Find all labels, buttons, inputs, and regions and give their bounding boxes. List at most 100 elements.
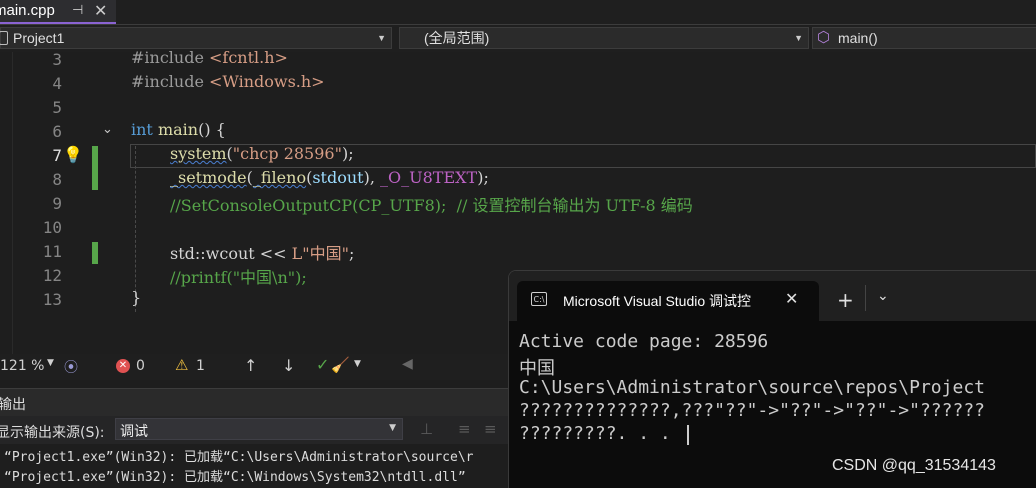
debug-console-window[interactable]: C:\ Microsoft Visual Studio 调试控 ✕ + ⌄ Ac…: [508, 270, 1036, 488]
editor-status-bar: 121 % ▼ ⦿ ✕ 0 ⚠ 1 ↑ ↓ ✓ 🧹 ▼ ◀: [0, 354, 510, 380]
chevron-down-icon[interactable]: ⌄: [877, 288, 889, 304]
token-function: system: [170, 144, 227, 163]
output-source-label: 显示输出来源(S):: [0, 425, 105, 441]
prev-message-icon[interactable]: ≡: [458, 420, 471, 438]
output-panel-title: 输出: [0, 397, 26, 413]
terminal-tab[interactable]: C:\ Microsoft Visual Studio 调试控 ✕: [517, 281, 819, 321]
zoom-level[interactable]: 121 %: [0, 358, 44, 374]
terminal-output-line: Active code page: 28596: [519, 331, 769, 352]
token-identifier: stdout: [312, 168, 364, 187]
copilot-icon[interactable]: ⦿: [64, 357, 78, 377]
output-panel-header: 输出: [0, 388, 510, 417]
function-dropdown-value: main(): [838, 30, 878, 46]
token-punct: );: [477, 168, 489, 187]
tab-label: main.cpp: [0, 2, 55, 19]
titlebar-divider: [865, 285, 866, 311]
code-line-7: system("chcp 28596");: [170, 144, 354, 163]
error-icon[interactable]: ✕: [116, 359, 130, 373]
warning-count[interactable]: 1: [196, 358, 205, 374]
code-line-9: //SetConsoleOutputCP(CP_UTF8); // 设置控制台输…: [170, 196, 693, 215]
output-line: “Project1.exe”(Win32): 已加载“C:\Windows\Sy…: [4, 470, 466, 485]
terminal-output-line: C:\Users\Administrator\source\repos\Proj…: [519, 377, 985, 398]
output-toolbar: 显示输出来源(S): 调试 ▼ ⊥ ≡ ≡: [0, 416, 510, 444]
find-message-icon[interactable]: ⊥: [420, 420, 433, 438]
token-header: <fcntl.h>: [209, 48, 288, 67]
token-function: main: [157, 120, 199, 139]
line-number: 10: [42, 218, 62, 237]
up-arrow-icon[interactable]: ↑: [244, 356, 257, 375]
chevron-down-icon[interactable]: ▼: [47, 358, 54, 368]
token-punct: () {: [198, 120, 226, 139]
token-function: _fileno: [252, 168, 307, 187]
terminal-titlebar: C:\ Microsoft Visual Studio 调试控 ✕ + ⌄: [509, 271, 1036, 321]
close-icon[interactable]: ✕: [785, 289, 798, 308]
change-indicator: [92, 242, 98, 264]
scope-dropdown[interactable]: (全局范围) ▼: [399, 27, 809, 49]
broom-icon[interactable]: 🧹: [331, 356, 350, 374]
line-number: 4: [52, 74, 62, 93]
indicator-margin: [0, 52, 13, 354]
new-tab-plus-icon[interactable]: +: [837, 288, 854, 312]
pin-icon[interactable]: ⊣: [72, 3, 83, 18]
output-source-value: 调试: [120, 424, 148, 440]
output-text-area[interactable]: “Project1.exe”(Win32): 已加载“C:\Users\Admi…: [0, 446, 510, 487]
line-number: 11: [42, 242, 62, 261]
line-number: 9: [52, 194, 62, 213]
terminal-output-line: ?????????. . .: [519, 423, 671, 444]
down-arrow-icon[interactable]: ↓: [282, 356, 295, 375]
code-line-4: #include <Windows.h>: [131, 72, 325, 91]
line-number: 13: [42, 290, 62, 309]
error-count[interactable]: 0: [136, 358, 145, 374]
token-punct: ),: [363, 168, 380, 187]
code-cleanup-icon[interactable]: ✓: [316, 355, 329, 374]
token-punct: );: [341, 144, 354, 163]
code-line-11: std::wcout << L"中国";: [170, 240, 354, 264]
project-dropdown-value: Project1: [13, 30, 65, 46]
chevron-down-icon: ▼: [794, 33, 803, 43]
chevron-down-icon: ▼: [389, 423, 396, 433]
token-string: L"中国": [291, 244, 350, 263]
line-number: 6: [52, 122, 62, 141]
token-string: "chcp 28596": [232, 144, 342, 163]
code-line-8: _setmode(_fileno(stdout), _O_U8TEXT);: [170, 168, 489, 187]
collapse-chevron-icon[interactable]: ⌄: [102, 122, 113, 137]
token-directive: #include: [131, 72, 210, 91]
code-line-12: //printf("中国\n");: [170, 268, 307, 287]
code-line-13: }: [131, 288, 142, 307]
token-keyword: int: [131, 120, 153, 139]
line-number: 5: [52, 98, 62, 117]
line-number: 12: [42, 266, 62, 285]
line-number-current: 7: [52, 146, 62, 165]
token-directive: #include: [131, 48, 210, 67]
token-header: <Windows.h>: [209, 72, 325, 91]
chevron-down-icon[interactable]: ▼: [354, 359, 361, 369]
tab-main-cpp[interactable]: main.cpp ⊣ ✕: [0, 0, 116, 24]
line-number: 3: [52, 50, 62, 69]
terminal-tab-title: Microsoft Visual Studio 调试控: [563, 293, 752, 309]
output-source-dropdown[interactable]: 调试 ▼: [115, 418, 403, 440]
token-punct: ;: [349, 244, 355, 263]
project-dropdown[interactable]: Project1 ▼: [0, 27, 392, 49]
scope-dropdown-value: (全局范围): [424, 30, 490, 46]
function-dropdown[interactable]: ⬡ main(): [812, 27, 1036, 49]
line-number: 8: [52, 170, 62, 189]
chevron-down-icon: ▼: [377, 33, 386, 43]
change-indicator: [92, 146, 98, 190]
terminal-output-line: ??????????????,???"??"->"??"->"??"->"???…: [519, 400, 985, 421]
code-line-3: #include <fcntl.h>: [131, 48, 288, 67]
method-cube-icon: ⬡: [817, 29, 831, 46]
text-cursor: [687, 425, 689, 445]
code-line-6: int main() {: [131, 120, 226, 139]
document-tab-strip: main.cpp ⊣ ✕: [0, 0, 1036, 25]
watermark: CSDN @qq_31534143: [832, 457, 996, 474]
token-function: _setmode: [170, 168, 247, 187]
project-icon: [0, 31, 8, 45]
lightbulb-icon[interactable]: 💡: [63, 145, 83, 165]
output-line: “Project1.exe”(Win32): 已加载“C:\Users\Admi…: [4, 450, 474, 465]
token-plain: std::wcout <<: [170, 244, 292, 263]
scroll-left-icon[interactable]: ◀: [402, 356, 413, 372]
close-icon[interactable]: ✕: [94, 1, 107, 20]
warning-icon[interactable]: ⚠: [175, 356, 188, 374]
next-message-icon[interactable]: ≡: [484, 420, 497, 438]
token-macro: _O_U8TEXT: [380, 168, 478, 187]
